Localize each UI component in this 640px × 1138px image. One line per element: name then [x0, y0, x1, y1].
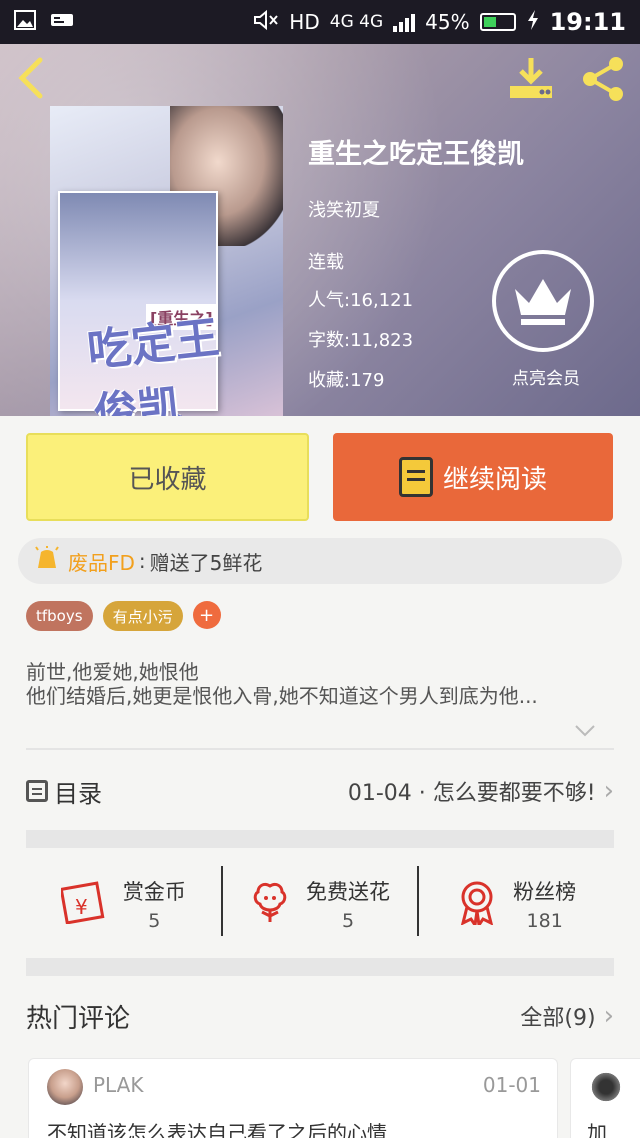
comment-date: 01-01	[482, 1073, 541, 1097]
divider	[26, 748, 614, 750]
summary-line: 前世,他爱她,她恨他	[26, 660, 199, 684]
summary-line: 他们结婚后,她更是恨他入骨,她不知道这个男人到底为他...	[26, 684, 538, 708]
comment-text: 不知道该怎么表达自己看了之后的心情	[47, 1121, 387, 1138]
network-indicator: 4G 4G	[329, 12, 384, 32]
book-icon	[398, 457, 433, 497]
book-word-count: 字数:11,823	[308, 330, 414, 351]
book-favorites: 收藏:179	[308, 370, 385, 391]
reward-coins-button[interactable]: ¥ 赏金币 5	[26, 866, 221, 942]
book-title: 重生之吃定王俊凯	[308, 139, 524, 170]
clock: 19:11	[549, 8, 626, 36]
download-icon	[510, 58, 552, 98]
battery-icon	[479, 13, 516, 31]
book-author[interactable]: 浅笑初夏	[308, 196, 380, 222]
share-icon	[583, 57, 623, 101]
stat-label: 粉丝榜	[513, 880, 577, 904]
fan-ranking-button[interactable]: 粉丝榜 181	[419, 866, 614, 942]
mute-icon	[253, 9, 279, 36]
tag-tfboys[interactable]: tfboys	[26, 601, 93, 631]
tag-list: tfboys 有点小污 +	[26, 601, 221, 631]
stat-label: 赏金币	[122, 880, 186, 904]
table-of-contents-row[interactable]: 目录 01-04 · 怎么要都要不够! ›	[26, 768, 614, 814]
vip-label[interactable]: 点亮会员	[496, 364, 596, 389]
gift-user[interactable]: 废品FD	[68, 547, 135, 576]
book-header: [重生之] 吃定王俊凯 重生之吃定王俊凯 浅笑初夏 连载 人气:16,121 字…	[0, 44, 640, 416]
collected-label: 已收藏	[128, 464, 207, 495]
gallery-icon	[14, 10, 36, 34]
download-button[interactable]	[506, 54, 556, 104]
battery-percent: 45%	[425, 10, 470, 34]
comment-card[interactable]: PLAK 01-01 不知道该怎么表达自己看了之后的心情	[28, 1058, 558, 1138]
toc-label: 目录	[54, 779, 102, 808]
gift-message: 赠送了5鲜花	[149, 550, 263, 575]
crown-icon	[515, 279, 571, 325]
comment-user[interactable]: PLAK	[93, 1073, 143, 1097]
tag-youdianxiaowu[interactable]: 有点小污	[102, 601, 183, 631]
charging-icon	[526, 9, 540, 36]
chevron-down-icon[interactable]	[574, 722, 596, 743]
stat-label: 免费送花	[306, 880, 390, 904]
avatar[interactable]	[591, 1069, 621, 1105]
collected-button[interactable]: 已收藏	[26, 433, 309, 521]
vip-button[interactable]	[492, 250, 594, 352]
continue-reading-label: 继续阅读	[442, 464, 547, 495]
notification-icon	[50, 12, 74, 32]
back-button[interactable]	[16, 56, 56, 100]
section-divider	[26, 958, 614, 976]
gift-ticker[interactable]: 废品FD : 赠送了5鲜花	[18, 538, 622, 584]
comment-card[interactable]: 加	[570, 1058, 640, 1138]
all-comments-link[interactable]: 全部(9)	[520, 1000, 595, 1032]
book-popularity: 人气:16,121	[308, 290, 414, 311]
hd-indicator: HD	[289, 10, 320, 34]
book-status: 连载	[308, 252, 344, 273]
section-divider	[26, 830, 614, 848]
chevron-left-icon	[18, 57, 43, 99]
gift-separator: :	[138, 549, 146, 573]
book-cover[interactable]: [重生之] 吃定王俊凯	[50, 106, 283, 416]
flower-icon	[250, 880, 290, 928]
list-icon	[26, 780, 48, 802]
chevron-right-icon[interactable]: ›	[604, 1001, 614, 1031]
comment-text: 加	[587, 1121, 607, 1138]
add-tag-button[interactable]: +	[192, 601, 221, 629]
chevron-right-icon: ›	[603, 776, 614, 806]
free-flower-button[interactable]: 免费送花 5	[223, 866, 418, 942]
stat-value: 181	[526, 910, 563, 932]
status-bar: HD 4G 4G 45% 19:11	[0, 0, 640, 44]
continue-reading-button[interactable]: 继续阅读	[333, 433, 613, 521]
avatar[interactable]	[47, 1069, 83, 1105]
medal-icon	[457, 879, 497, 930]
svg-text:¥: ¥	[75, 895, 88, 919]
comments-header: 热门评论 全部(9) ›	[26, 996, 614, 1036]
stat-value: 5	[341, 910, 355, 932]
stat-value: 5	[148, 910, 161, 932]
latest-chapter: 01-04 · 怎么要都要不够!	[347, 781, 596, 806]
book-summary[interactable]: 前世,他爱她,她恨他 他们结婚后,她更是恨他入骨,她不知道这个男人到底为他...	[26, 660, 616, 708]
interaction-row: ¥ 赏金币 5 免费送花 5 粉丝榜 181	[26, 866, 614, 942]
cover-title: 吃定王俊凯	[84, 312, 222, 416]
signal-icon	[393, 12, 416, 32]
share-button[interactable]	[578, 54, 628, 104]
red-envelope-icon: ¥	[59, 880, 107, 928]
bell-icon	[34, 545, 60, 577]
comments-title: 热门评论	[26, 1003, 131, 1034]
